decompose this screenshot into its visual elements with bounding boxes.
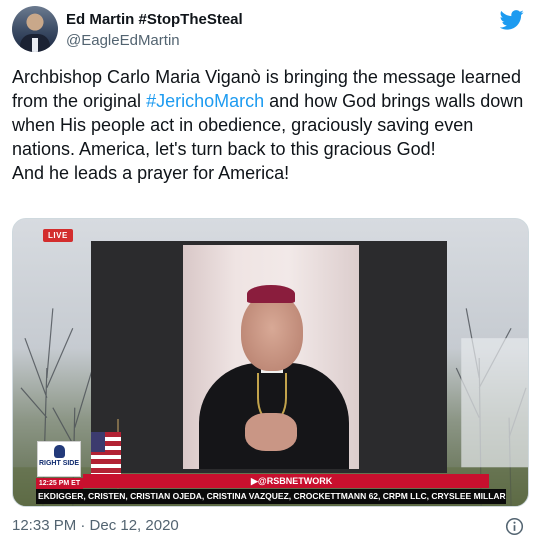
avatar-shirt <box>32 38 38 52</box>
tweet-text: Archbishop Carlo Maria Viganò is bringin… <box>12 65 527 185</box>
speaker-head <box>241 293 303 371</box>
author-handle[interactable]: @EagleEdMartin <box>66 32 180 49</box>
hashtag-link[interactable]: #JerichoMarch <box>146 91 264 111</box>
avatar[interactable] <box>12 6 58 52</box>
author-name[interactable]: Ed Martin #StopTheSteal <box>66 11 243 28</box>
speaker-frame <box>183 245 359 469</box>
tweet-card: Ed Martin #StopTheSteal @EagleEdMartin A… <box>0 0 536 545</box>
flag-canton <box>91 432 105 452</box>
tweet-media-image[interactable]: LIVE RIGHT SIDE 12:25 PM ET ▶@RSBNETWORK… <box>12 218 529 507</box>
tweet-timestamp[interactable]: 12:33 PM · Dec 12, 2020 <box>12 517 179 534</box>
us-flag <box>91 432 121 476</box>
microphone-icon <box>54 445 65 458</box>
speaker-hands <box>245 413 297 451</box>
tweet-text-last-line: And he leads a prayer for America! <box>12 163 290 183</box>
network-bar: ▶@RSBNETWORK <box>83 474 489 488</box>
speaker-zucchetto <box>247 285 295 303</box>
broadcast-time: 12:25 PM ET <box>36 478 83 489</box>
ticker-bar: EKDIGGER, CRISTEN, CRISTIAN OJEDA, CRIST… <box>36 489 506 504</box>
live-badge: LIVE <box>43 229 73 242</box>
rsb-logo-text: RIGHT SIDE <box>38 460 80 467</box>
rsb-logo: RIGHT SIDE <box>37 441 81 477</box>
video-screen <box>91 241 447 473</box>
info-icon[interactable] <box>505 517 524 536</box>
twitter-bird-icon[interactable] <box>500 10 524 30</box>
